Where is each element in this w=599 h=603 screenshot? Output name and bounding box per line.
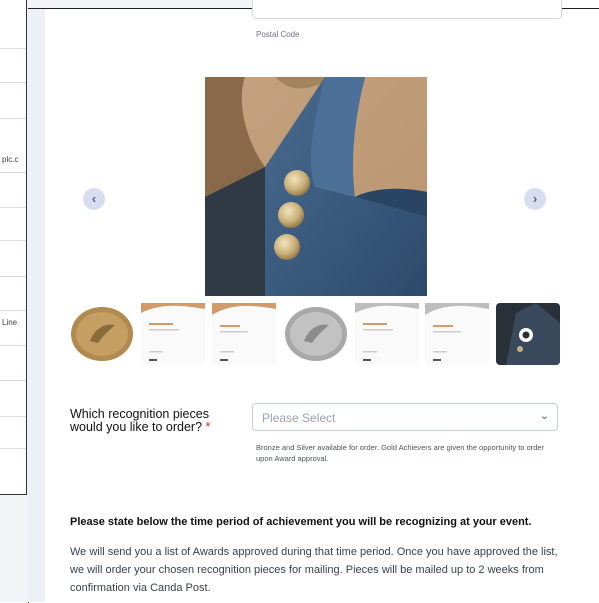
thumbnail-bronze-pin[interactable] — [70, 303, 134, 365]
recognition-pieces-label: Which recognition pieces would you like … — [70, 408, 240, 434]
certificate-icon — [425, 303, 489, 365]
postal-code-label: Postal Code — [256, 30, 300, 39]
background-row — [0, 380, 26, 381]
thumbnail-certificate-bronze-2[interactable] — [212, 303, 276, 365]
silver-pin-icon — [285, 307, 347, 361]
certificate-icon — [212, 303, 276, 365]
certificate-icon — [355, 303, 419, 365]
background-row — [0, 448, 26, 449]
time-period-heading: Please state below the time period of ac… — [70, 516, 532, 528]
background-row — [0, 345, 26, 346]
bronze-pin-icon — [71, 307, 133, 361]
thumbnail-certificate-silver-2[interactable] — [425, 303, 489, 365]
time-period-description: We will send you a list of Awards approv… — [70, 546, 558, 594]
background-text-fragment: Line — [2, 318, 18, 327]
postal-code-input[interactable] — [252, 0, 562, 19]
order-helper-text: Bronze and Silver available for order. G… — [256, 443, 545, 463]
required-indicator: * — [205, 420, 211, 434]
jacket-pins-photo-graphic — [205, 77, 427, 296]
certificate-icon — [141, 303, 205, 365]
background-text-fragment: plc.c — [2, 155, 19, 164]
thumbnail-certificate-bronze[interactable] — [141, 303, 205, 365]
jacket-pins-photo — [205, 77, 427, 296]
question-text: Which recognition pieces would you like … — [70, 407, 209, 434]
jacket-photo-icon — [496, 303, 560, 365]
select-placeholder: Please Select — [262, 411, 336, 425]
thumbnail-certificate-silver[interactable] — [355, 303, 419, 365]
recognition-pieces-select[interactable]: Please Select ⌄ — [252, 403, 558, 431]
chevron-right-icon: › — [532, 191, 538, 206]
background-row — [0, 48, 26, 49]
background-row — [0, 276, 26, 277]
background-row — [0, 118, 26, 119]
thumbnail-jacket-photo[interactable] — [496, 303, 560, 365]
gallery-prev-button[interactable]: ‹ — [83, 188, 105, 210]
background-row — [0, 82, 26, 83]
chevron-left-icon: ‹ — [91, 191, 97, 206]
background-row — [0, 207, 26, 208]
background-row — [0, 310, 26, 311]
gallery-next-button[interactable]: › — [524, 188, 546, 210]
background-form-panel: plc.c Line — [0, 0, 27, 495]
chevron-down-icon: ⌄ — [539, 410, 549, 422]
card-side-strip — [28, 9, 45, 602]
thumbnail-silver-pin[interactable] — [284, 303, 348, 365]
background-row — [0, 172, 26, 173]
background-row — [0, 240, 26, 241]
background-row — [0, 416, 26, 417]
